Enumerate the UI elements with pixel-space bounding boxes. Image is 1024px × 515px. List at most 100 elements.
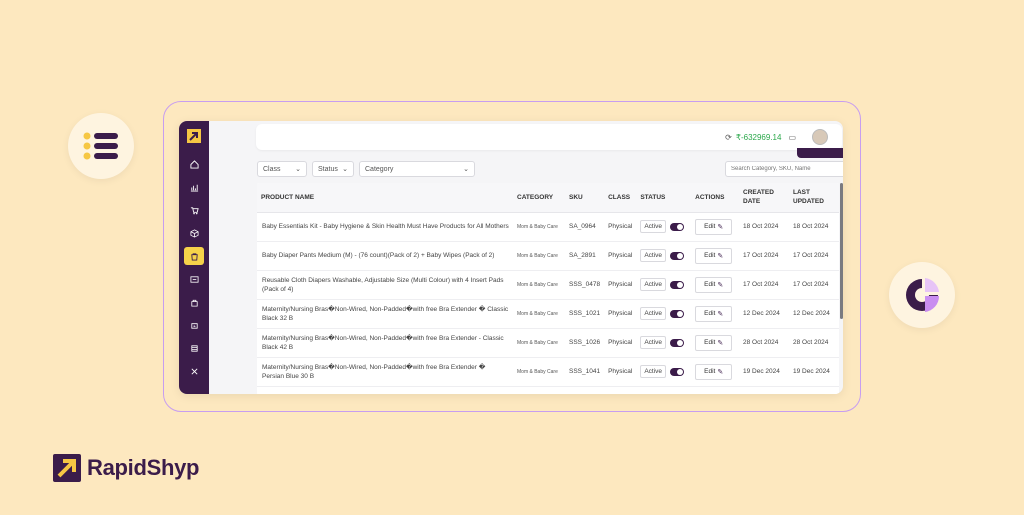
pie-chart-icon [889,262,955,328]
top-bar: ⟳ ₹-63296​9.14 ▭ [256,124,842,150]
actions-cell: Edit ✎ [691,212,739,242]
header-product-name[interactable]: PRODUCT NAME [257,183,513,213]
table-scrollbar[interactable] [840,183,843,319]
sku-cell: SSS_1041 [565,357,605,387]
avatar[interactable] [812,129,828,145]
class-cell: Physical [604,299,637,329]
wallet-balance[interactable]: ⟳ ₹-63296​9.14 ▭ [725,133,796,142]
table-row[interactable]: Reusable Cloth Diapers Washable, Adjusta… [257,270,839,300]
status-cell: Active [636,299,692,329]
header-status[interactable]: STATUS [636,183,692,213]
status-filter-label: Status [318,165,338,173]
main-area: ⟳ ₹-63296​9.14 ▭ Class ⌄ Status ⌄ Catego… [209,121,843,394]
last-updated-cell: 18 Oct 2024 [789,212,839,242]
product-name-cell: Maternity/Nursing Bras�Non-Wired, Non-Pa… [257,357,513,387]
bag-icon[interactable] [184,293,204,311]
product-name-cell: Maternity/Nursing Bras�Non-Wired, Non-Pa… [257,328,513,358]
folder-icon[interactable]: ▭ [788,133,796,142]
edit-button[interactable]: Edit ✎ [695,334,733,351]
edit-button[interactable]: Edit ✎ [695,305,733,322]
category-cell: Mom & Baby Care [513,299,565,329]
status-dropdown[interactable]: Active [640,220,667,233]
actions-cell: Edit ✎ [691,357,739,387]
category-cell: Mom & Baby Care [513,270,565,300]
home-icon[interactable] [184,155,204,173]
edit-pencil-icon: ✎ [717,252,724,260]
package-icon[interactable] [184,224,204,242]
sku-cell: SSS_1026 [565,328,605,358]
edit-pencil-icon: ✎ [717,339,724,347]
search-box [725,161,843,177]
class-filter-label: Class [263,165,281,173]
refresh-icon[interactable]: ⟳ [725,133,732,142]
edit-label: Edit [704,310,716,317]
edit-button[interactable]: Edit ✎ [695,247,733,264]
tools-icon[interactable] [184,362,204,380]
status-toggle[interactable] [670,338,685,347]
chevron-down-icon: ⌄ [463,166,469,173]
last-updated-cell: 12 Dec 2024 [789,299,839,329]
edit-label: Edit [704,252,716,259]
table-row[interactable]: Maternity/Nursing Bras�Non-Wired, Non-Pa… [257,299,839,329]
app-logo-icon [187,129,201,143]
table-row[interactable]: Baby Essentials Kit - Baby Hygiene & Ski… [257,212,839,242]
status-dropdown[interactable]: Active [640,307,667,320]
edit-button[interactable]: Edit ✎ [695,363,733,380]
header-created-date[interactable]: CREATED DATE [739,183,789,213]
sku-cell: SSS_1021 [565,299,605,329]
header-category[interactable]: CATEGORY [513,183,565,213]
edit-label: Edit [704,339,716,346]
category-filter[interactable]: Category ⌄ [359,161,475,177]
last-updated-cell: 19 Dec 2024 [789,357,839,387]
edit-label: Edit [704,281,716,288]
cart-icon[interactable] [184,201,204,219]
table-row[interactable]: Maternity/Nursing Bras�Non-Wired, Non-Pa… [257,328,839,358]
status-toggle[interactable] [670,309,685,318]
status-cell: Active [636,357,692,387]
last-updated-cell: 17 Oct 2024 [789,270,839,300]
created-date-cell: 18 Oct 2024 [739,212,789,242]
created-date-cell: 12 Dec 2024 [739,299,789,329]
created-date-cell: 17 Oct 2024 [739,241,789,271]
edit-button[interactable]: Edit ✎ [695,276,733,293]
sku-cell: SA_2891 [565,241,605,271]
class-filter[interactable]: Class ⌄ [257,161,307,177]
chevron-down-icon: ⌄ [342,166,348,173]
status-toggle[interactable] [670,251,685,260]
product-name-cell: Baby Diaper Pants Medium (M) - (76 count… [257,241,513,271]
edit-pencil-icon: ✎ [717,368,724,376]
header-sku[interactable]: SKU [565,183,605,213]
actions-cell: Edit ✎ [691,241,739,271]
status-dropdown[interactable]: Active [640,365,667,378]
table-row[interactable]: Maternity/Nursing Bras�Non-Wired, Non-Pa… [257,357,839,387]
category-cell: Mom & Baby Care [513,357,565,387]
status-toggle[interactable] [670,222,685,231]
reports-icon[interactable] [184,339,204,357]
category-cell: Mom & Baby Care [513,241,565,271]
header-actions: ACTIONS [691,183,739,213]
product-name-cell: Reusable Cloth Diapers Washable, Adjusta… [257,270,513,300]
product-name-cell: Maternity/Nursing Bras�Non-Wired, Non-Pa… [257,299,513,329]
shipping-icon[interactable] [184,270,204,288]
header-class[interactable]: CLASS [604,183,637,213]
created-date-cell: 28 Oct 2024 [739,328,789,358]
status-toggle[interactable] [670,367,685,376]
status-dropdown[interactable]: Active [640,336,667,349]
edit-button[interactable]: Edit ✎ [695,218,733,235]
analytics-icon[interactable] [184,178,204,196]
table-row[interactable]: Baby Diaper Pants Medium (M) - (76 count… [257,241,839,271]
edit-pencil-icon: ✎ [717,310,724,318]
filter-bar: Class ⌄ Status ⌄ Category ⌄ [257,161,475,177]
status-filter[interactable]: Status ⌄ [312,161,354,177]
sku-cell: SA_0964 [565,212,605,242]
status-toggle[interactable] [670,280,685,289]
class-cell: Physical [604,212,637,242]
status-dropdown[interactable]: Active [640,249,667,262]
header-action-button[interactable] [797,148,843,158]
search-input[interactable] [726,166,843,172]
header-last-updated[interactable]: LAST UPDATED [789,183,839,213]
products-icon[interactable] [184,247,204,265]
returns-icon[interactable] [184,316,204,334]
status-dropdown[interactable]: Active [640,278,667,291]
class-cell: Physical [604,357,637,387]
